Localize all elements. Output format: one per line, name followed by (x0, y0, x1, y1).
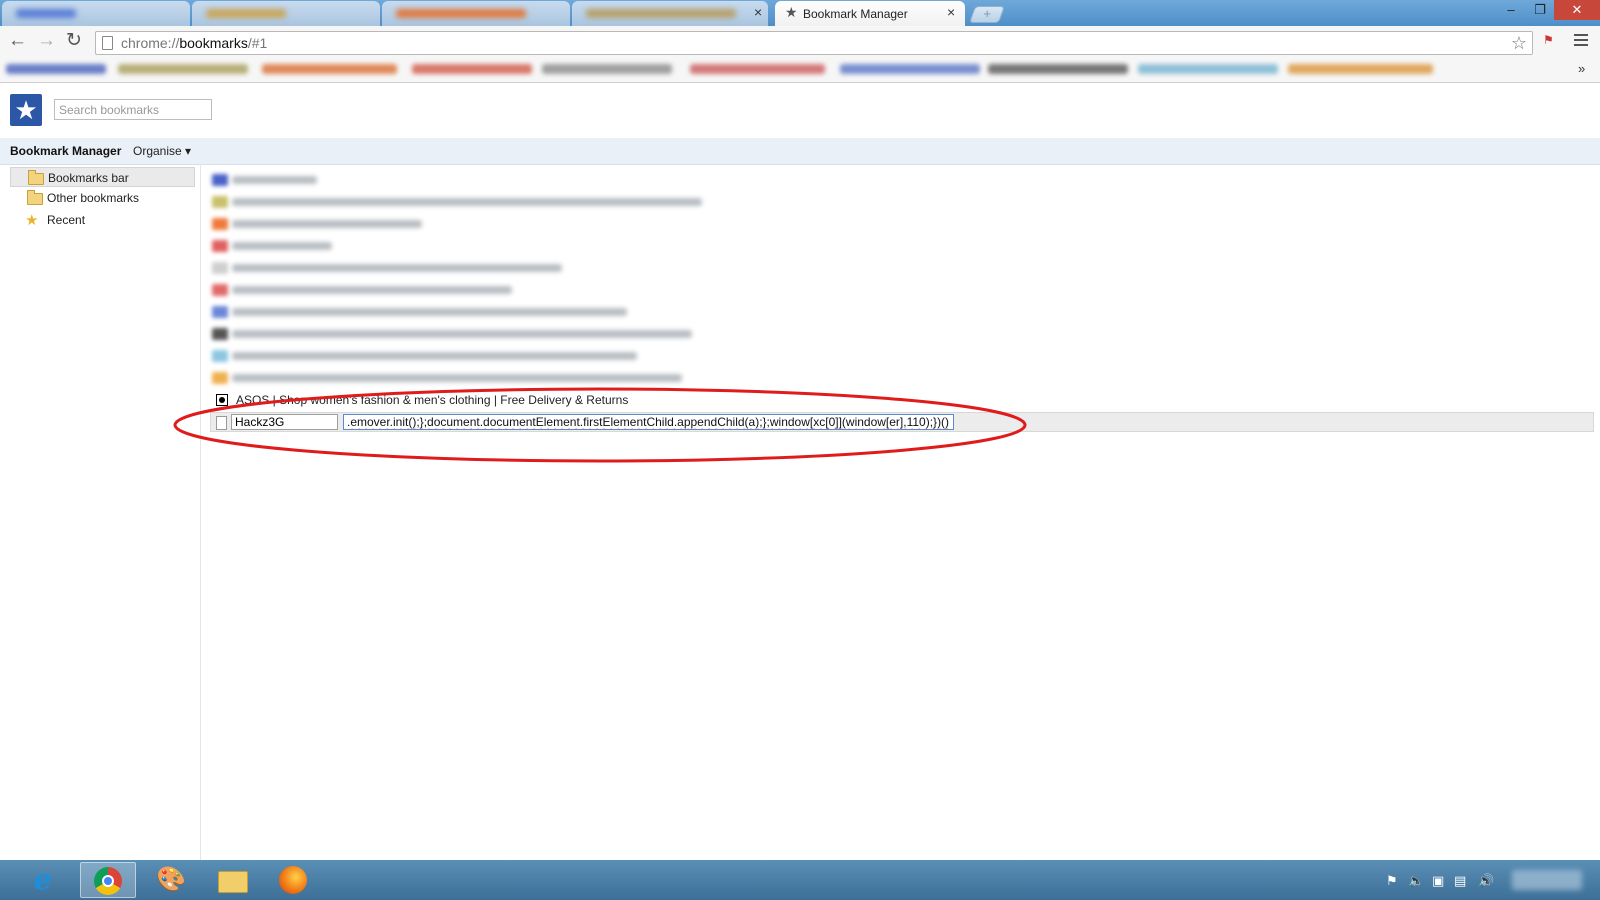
list-item[interactable] (212, 369, 1112, 387)
chrome-icon (94, 867, 122, 895)
tab-title: Bookmark Manager (803, 7, 908, 21)
bookmark-bar-item[interactable] (262, 64, 397, 74)
speaker-icon[interactable]: 🔊 (1478, 873, 1494, 889)
internet-explorer-icon: e (34, 863, 52, 896)
list-item[interactable] (212, 237, 1112, 255)
bookmark-bar-item[interactable] (118, 64, 248, 74)
list-item[interactable] (212, 193, 1112, 211)
back-arrow-icon[interactable]: ← (8, 31, 27, 50)
sidebar-item-bookmarks-bar[interactable]: Bookmarks bar (10, 167, 195, 187)
manager-subheader: Bookmark Manager Organise ▾ (0, 138, 1600, 165)
tab-blurred-4[interactable]: × (572, 1, 768, 26)
folder-icon (28, 170, 44, 185)
manager-header: ★ (0, 83, 1600, 139)
page-title: Bookmark Manager (10, 144, 122, 158)
volume-muted-icon[interactable]: 🔈 (1408, 873, 1424, 889)
minimize-button[interactable]: – (1496, 0, 1526, 20)
bookmark-bar-item[interactable] (690, 64, 825, 74)
organise-menu-button[interactable]: Organise ▾ (133, 144, 191, 158)
folder-icon (27, 190, 43, 205)
bookmark-url-input[interactable] (343, 414, 954, 430)
paint-icon: 🎨 (156, 866, 186, 893)
bookmark-bar-item[interactable] (412, 64, 532, 74)
list-item[interactable] (212, 281, 1112, 299)
taskbar-firefox-button[interactable] (266, 862, 322, 898)
tab-strip: × ★ Bookmark Manager × + – ❐ ✕ (0, 0, 1600, 26)
sidebar-item-recent[interactable]: ★ Recent (10, 210, 195, 230)
list-item[interactable] (212, 215, 1112, 233)
page-icon (102, 36, 113, 50)
close-window-button[interactable]: ✕ (1554, 0, 1600, 20)
star-icon: ★ (785, 4, 798, 20)
bookmarks-bar: » (0, 58, 1600, 83)
bookmark-bar-item[interactable] (1138, 64, 1278, 74)
bookmark-bar-item[interactable] (988, 64, 1128, 74)
bookmark-item-asos[interactable]: ASOS | Shop women's fashion & men's clot… (212, 391, 1112, 409)
folder-tree: Bookmarks bar Other bookmarks ★ Recent (0, 165, 201, 860)
search-input[interactable] (54, 99, 212, 120)
bookmark-bar-item[interactable] (840, 64, 980, 74)
forward-arrow-icon[interactable]: → (37, 31, 56, 50)
asos-favicon-icon (216, 394, 228, 406)
list-item[interactable] (212, 259, 1112, 277)
list-item[interactable] (212, 325, 1112, 343)
tab-blurred-3[interactable] (382, 1, 570, 26)
extension-icon[interactable]: ⚑ (1543, 33, 1561, 49)
sidebar-item-other-bookmarks[interactable]: Other bookmarks (10, 188, 195, 208)
restore-button[interactable]: ❐ (1525, 0, 1555, 20)
list-item[interactable] (212, 347, 1112, 365)
list-item[interactable] (212, 171, 1112, 189)
bookmark-bar-item[interactable] (1288, 64, 1433, 74)
new-tab-button[interactable]: + (968, 6, 1006, 23)
taskbar-chrome-button[interactable] (80, 862, 136, 898)
bookmark-star-icon[interactable]: ☆ (1511, 33, 1527, 54)
network-icon[interactable]: ▣ (1432, 873, 1444, 889)
bookmark-name-input[interactable] (231, 414, 338, 430)
page-icon (216, 416, 227, 430)
bookmark-list: ASOS | Shop women's fashion & men's clot… (202, 165, 1600, 860)
tab-bookmark-manager[interactable]: ★ Bookmark Manager × (775, 1, 965, 26)
taskbar-paint-button[interactable]: 🎨 (142, 862, 198, 898)
chrome-menu-icon[interactable] (1574, 34, 1588, 49)
list-item[interactable] (212, 303, 1112, 321)
taskbar-ie-button[interactable]: e (18, 862, 74, 898)
address-url[interactable]: chrome://bookmarks/#1 (121, 35, 267, 51)
star-icon: ★ (25, 212, 39, 229)
address-bar[interactable]: chrome://bookmarks/#1 ☆ (95, 31, 1533, 55)
firefox-icon (279, 866, 307, 894)
file-explorer-icon (218, 871, 248, 893)
taskbar-explorer-button[interactable] (204, 862, 260, 898)
tab-close-icon[interactable]: × (947, 4, 955, 20)
tab-blurred-2[interactable] (192, 1, 380, 26)
clock[interactable] (1512, 870, 1582, 890)
windows-taskbar: e 🎨 ⚑ 🔈 ▣ ▤ 🔊 (0, 860, 1600, 900)
bookmark-bar-item[interactable] (6, 64, 106, 74)
bookmark-manager-logo-icon: ★ (10, 94, 42, 126)
flag-icon[interactable]: ⚑ (1386, 873, 1398, 889)
bookmark-bar-item[interactable] (542, 64, 672, 74)
reload-icon[interactable]: ↻ (66, 31, 82, 50)
tab-close-icon[interactable]: × (754, 4, 762, 20)
display-icon[interactable]: ▤ (1454, 873, 1466, 889)
bookmarks-overflow-icon[interactable]: » (1578, 61, 1585, 76)
bookmark-edit-row (210, 412, 1594, 432)
tab-blurred-1[interactable] (2, 1, 190, 26)
